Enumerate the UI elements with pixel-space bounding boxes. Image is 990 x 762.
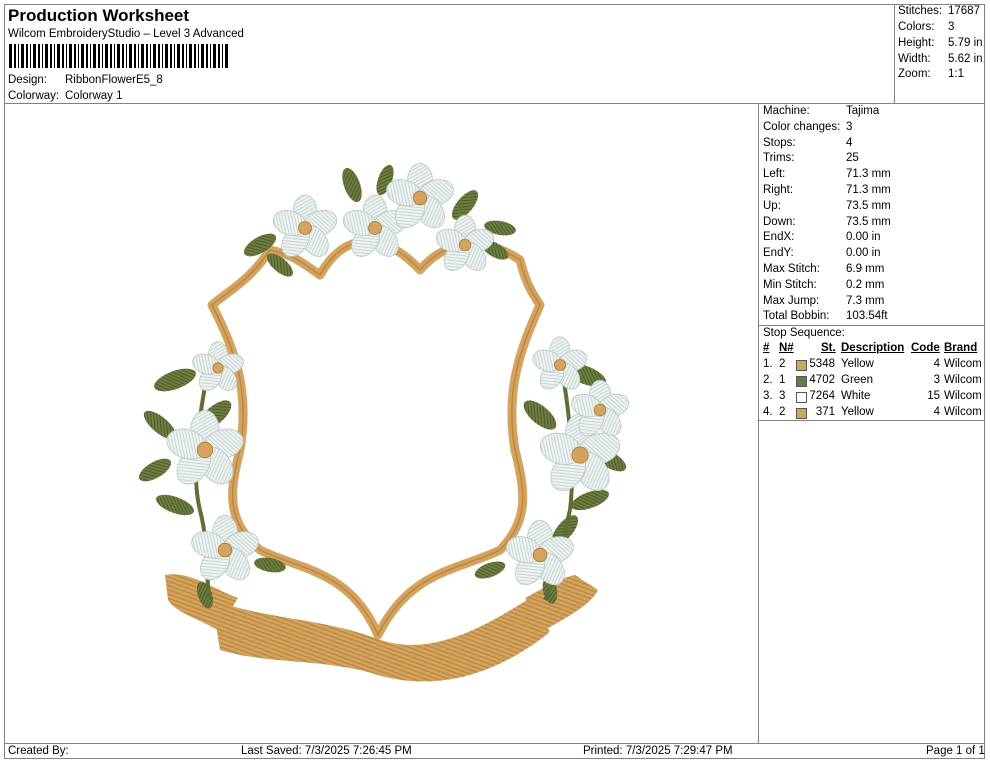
stop-num: 1. bbox=[763, 358, 773, 370]
stop-code: 15 bbox=[927, 390, 940, 402]
stop-num: 4. bbox=[763, 406, 773, 418]
stop-sequence-title: Stop Sequence: bbox=[763, 327, 845, 339]
stop-desc: White bbox=[841, 390, 871, 402]
header-divider bbox=[4, 103, 985, 104]
colorway-value: Colorway 1 bbox=[65, 90, 123, 102]
stop-brand: Wilcom bbox=[944, 390, 982, 402]
page-number: Page 1 of 1 bbox=[926, 745, 985, 757]
stop-st: 5348 bbox=[809, 358, 835, 370]
machine-info-value: 3 bbox=[846, 120, 853, 133]
machine-info-value: 25 bbox=[846, 152, 859, 165]
machine-info-value: 103.54ft bbox=[846, 310, 888, 323]
machine-info-label: Color changes: bbox=[763, 120, 841, 133]
machine-info-label: EndY: bbox=[763, 247, 794, 260]
machine-info-label: Max Stitch: bbox=[763, 263, 820, 275]
stop-desc: Yellow bbox=[841, 406, 874, 418]
machine-info-value: 6.9 mm bbox=[846, 263, 885, 275]
barcode bbox=[9, 44, 228, 68]
machine-info-label: EndX: bbox=[763, 231, 795, 244]
machine-info-value: 73.5 mm bbox=[846, 215, 891, 228]
machine-info-label: Trims: bbox=[763, 152, 795, 165]
stop-desc: Green bbox=[841, 374, 873, 386]
printed-date: Printed: 7/3/2025 7:29:47 PM bbox=[583, 745, 733, 757]
created-by: Created By: bbox=[8, 745, 69, 757]
design-value: RibbonFlowerE5_8 bbox=[65, 74, 163, 86]
machine-info-value: 0.00 in bbox=[846, 247, 881, 260]
colorway-label: Colorway: bbox=[8, 90, 60, 102]
color-swatch bbox=[796, 408, 807, 419]
stop-st: 4702 bbox=[809, 374, 835, 386]
summary-divider bbox=[894, 4, 895, 103]
machine-info-value: 0.2 mm bbox=[846, 278, 885, 291]
machine-info-label: Machine: bbox=[763, 105, 810, 117]
machine-info-value: 7.3 mm bbox=[846, 294, 885, 307]
software-name: Wilcom EmbroideryStudio – Level 3 Advanc… bbox=[8, 28, 244, 40]
machine-info-value: 71.3 mm bbox=[846, 184, 891, 196]
last-saved: Last Saved: 7/3/2025 7:26:45 PM bbox=[241, 745, 412, 757]
machine-info-label: Right: bbox=[763, 184, 794, 196]
stop-code: 3 bbox=[933, 374, 940, 386]
stop-brand: Wilcom bbox=[944, 374, 982, 386]
machine-info-label: Max Jump: bbox=[763, 294, 820, 307]
stop-n: 2 bbox=[779, 406, 786, 418]
machine-info-value: 71.3 mm bbox=[846, 168, 891, 181]
stop-sequence-end bbox=[758, 420, 985, 421]
stop-n: 2 bbox=[779, 358, 786, 370]
stop-n: 1 bbox=[779, 374, 786, 386]
stop-desc: Yellow bbox=[841, 358, 874, 370]
stop-num: 3. bbox=[763, 390, 773, 402]
machine-info-value: 0.00 in bbox=[846, 231, 881, 244]
machine-info-label: Stops: bbox=[763, 136, 796, 149]
flower bbox=[191, 514, 259, 581]
stop-brand: Wilcom bbox=[944, 406, 982, 418]
machine-info-value: Tajima bbox=[846, 105, 880, 117]
embroidery-design-preview bbox=[138, 162, 630, 682]
machine-info-label: Total Bobbin: bbox=[763, 310, 830, 323]
stop-brand: Wilcom bbox=[944, 358, 982, 370]
machine-info-value: 73.5 mm bbox=[846, 199, 891, 212]
color-swatch bbox=[796, 392, 807, 403]
stop-code: 4 bbox=[933, 358, 940, 370]
stop-num: 2. bbox=[763, 374, 773, 386]
machine-info-value: 4 bbox=[846, 136, 853, 149]
stop-n: 3 bbox=[779, 390, 786, 402]
machine-info-label: Up: bbox=[763, 199, 781, 212]
color-swatch bbox=[796, 360, 807, 371]
stop-code: 4 bbox=[933, 406, 940, 418]
machine-info-label: Down: bbox=[763, 215, 796, 228]
machine-info-label: Left: bbox=[763, 168, 786, 181]
design-label: Design: bbox=[8, 74, 47, 86]
flower bbox=[532, 336, 588, 390]
side-panel-divider bbox=[758, 103, 759, 743]
footer-divider bbox=[4, 743, 985, 744]
machine-info-label: Min Stitch: bbox=[763, 278, 817, 291]
stop-st: 371 bbox=[815, 406, 835, 418]
stop-st: 7264 bbox=[809, 390, 835, 402]
color-swatch bbox=[796, 376, 807, 387]
page-title: Production Worksheet bbox=[8, 6, 190, 25]
